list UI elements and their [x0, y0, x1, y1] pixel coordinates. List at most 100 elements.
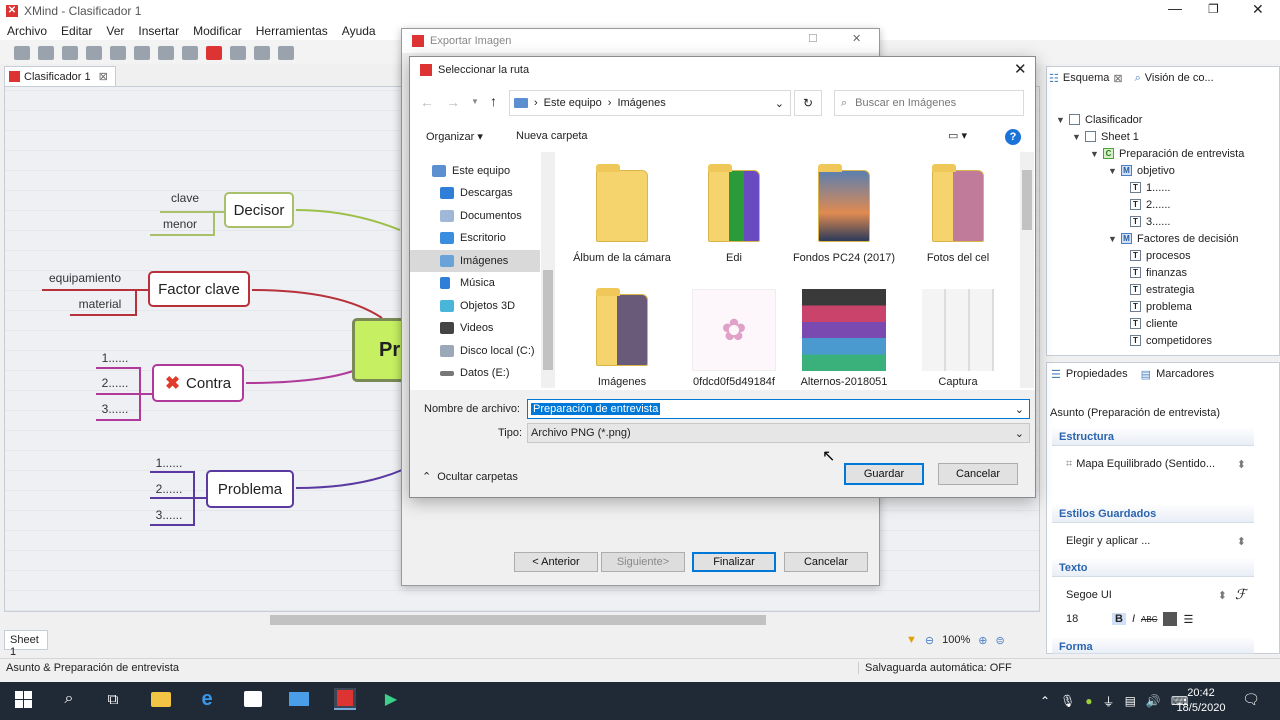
- search-input[interactable]: ⌕ Buscar en Imágenes: [834, 90, 1024, 116]
- files-scrollbar[interactable]: [1020, 152, 1034, 388]
- app-tray-icon[interactable]: ●: [1085, 694, 1092, 708]
- xmind-taskbar-icon[interactable]: [334, 688, 356, 710]
- subtopic-contra-3[interactable]: 3......: [98, 402, 132, 416]
- nav-datos[interactable]: Datos (E:): [440, 362, 510, 384]
- nav-imagenes[interactable]: Imágenes: [410, 250, 540, 272]
- bold-icon[interactable]: B: [1112, 613, 1126, 625]
- close-icon[interactable]: ✕: [852, 32, 861, 45]
- notification-icon[interactable]: 🗨: [1240, 688, 1262, 710]
- collapse-icon[interactable]: ▼: [1090, 149, 1099, 159]
- sheet-tab[interactable]: Sheet 1: [4, 630, 48, 658]
- chevron-down-icon[interactable]: ⌄: [775, 97, 784, 110]
- file-tile[interactable]: Alternos-2018051: [792, 288, 896, 389]
- strikethrough-icon[interactable]: ABC: [1141, 615, 1157, 624]
- color-swatch[interactable]: [1163, 612, 1178, 626]
- filter-icon[interactable]: ▼: [906, 634, 917, 646]
- finish-button[interactable]: Finalizar: [692, 552, 776, 572]
- topic-factor-clave[interactable]: Factor clave: [148, 271, 250, 307]
- save-button[interactable]: Guardar: [844, 463, 924, 485]
- nav-objetos-3d[interactable]: Objetos 3D: [440, 295, 515, 317]
- clock[interactable]: 20:42 18/5/2020: [1174, 686, 1228, 716]
- close-icon[interactable]: ✕: [1252, 1, 1264, 18]
- subtopic-equipamiento[interactable]: equipamiento: [40, 271, 130, 285]
- tree-item[interactable]: Testrategia: [1130, 281, 1194, 298]
- chevron-up-icon[interactable]: ⌃: [1040, 694, 1050, 708]
- filename-input[interactable]: Preparación de entrevista ⌄: [527, 399, 1030, 419]
- outline-tab[interactable]: ☷ Esquema ⊠ ⌕ Visión de co...: [1049, 69, 1214, 87]
- italic-icon[interactable]: I: [1132, 613, 1135, 625]
- collapse-icon[interactable]: ▼: [1056, 115, 1065, 125]
- view-options-icon[interactable]: ▭ ▾: [948, 129, 967, 142]
- organize-button[interactable]: Organizar ▾: [426, 130, 483, 143]
- mail-icon[interactable]: [288, 688, 310, 710]
- nav-escritorio[interactable]: Escritorio: [440, 227, 506, 249]
- nav-documentos[interactable]: Documentos: [440, 205, 522, 227]
- collapse-icon[interactable]: ▼: [1108, 234, 1117, 244]
- store-icon[interactable]: [242, 688, 264, 710]
- align-icon[interactable]: ☰: [1183, 613, 1193, 626]
- tree-item[interactable]: Tfinanzas: [1130, 264, 1187, 281]
- maximize-icon[interactable]: ☐: [808, 32, 818, 45]
- tree-item[interactable]: T 3......: [1130, 213, 1170, 230]
- task-view-icon[interactable]: ⧉: [102, 688, 124, 710]
- tree-item[interactable]: Tproblema: [1130, 298, 1192, 315]
- section-forma[interactable]: Forma: [1052, 638, 1254, 654]
- scrollbar-thumb[interactable]: [1022, 170, 1032, 230]
- section-estructura[interactable]: Estructura: [1052, 428, 1254, 446]
- collapse-icon[interactable]: ▼: [1108, 166, 1117, 176]
- topic-problema[interactable]: Problema: [206, 470, 294, 508]
- nav-videos[interactable]: Videos: [440, 317, 493, 339]
- search-icon[interactable]: ⌕: [58, 688, 80, 710]
- subtopic-contra-2[interactable]: 2......: [98, 376, 132, 390]
- tree-clasificador[interactable]: ▼ Clasificador: [1056, 111, 1142, 128]
- windows-start-icon[interactable]: [12, 688, 34, 710]
- nav-musica[interactable]: Música: [440, 272, 495, 294]
- minimize-icon[interactable]: —: [1168, 0, 1182, 16]
- structure-select[interactable]: ⌗ Mapa Equilibrado (Sentido... ⬍: [1066, 456, 1246, 472]
- subtopic-menor[interactable]: menor: [154, 217, 206, 231]
- cancel-button[interactable]: Cancelar: [938, 463, 1018, 485]
- file-tile[interactable]: Imágenes: [570, 288, 674, 389]
- close-tab-icon[interactable]: ⊠: [1113, 72, 1122, 85]
- subtopic-problema-2[interactable]: 2......: [152, 482, 186, 496]
- nav-este-equipo[interactable]: Este equipo: [432, 160, 510, 182]
- nav-scrollbar[interactable]: [541, 152, 555, 388]
- topic-decisor[interactable]: Decisor: [224, 192, 294, 228]
- zoom-out-icon[interactable]: ⊖: [925, 634, 934, 647]
- close-icon[interactable]: ✕: [1014, 60, 1027, 78]
- forward-arrow-icon[interactable]: →: [446, 94, 460, 110]
- file-tile[interactable]: Edi: [682, 164, 786, 265]
- font-icon[interactable]: ℱ: [1235, 587, 1246, 604]
- tree-item[interactable]: Tcliente: [1130, 315, 1178, 332]
- back-arrow-icon[interactable]: ←: [420, 94, 434, 110]
- horizontal-scrollbar[interactable]: [4, 612, 1040, 628]
- tree-item[interactable]: Tcompetidores: [1130, 332, 1212, 349]
- file-tile[interactable]: ✿ 0fdcd0f5d49184f: [682, 288, 786, 389]
- styles-select[interactable]: Elegir y aplicar ... ⬍: [1066, 533, 1246, 549]
- microphone-icon[interactable]: 🎙: [1060, 694, 1075, 708]
- subtopic-material[interactable]: material: [70, 297, 130, 311]
- back-button[interactable]: < Anterior: [514, 552, 598, 572]
- network-icon[interactable]: ▤: [1125, 694, 1136, 708]
- nav-descargas[interactable]: Descargas: [440, 182, 513, 204]
- refresh-button[interactable]: ↻: [794, 90, 822, 116]
- export-cancel-button[interactable]: Cancelar: [784, 552, 868, 572]
- chevron-down-icon[interactable]: ⌄: [1015, 403, 1024, 416]
- topic-contra[interactable]: ✖ Contra: [152, 364, 244, 402]
- new-folder-button[interactable]: Nueva carpeta: [516, 130, 588, 142]
- tree-item[interactable]: T 2......: [1130, 196, 1170, 213]
- tree-objetivo[interactable]: ▼ Mobjetivo: [1108, 162, 1175, 179]
- collapse-icon[interactable]: ▼: [1072, 132, 1081, 142]
- tree-central[interactable]: ▼ C Preparación de entrevista: [1090, 145, 1244, 162]
- up-arrow-icon[interactable]: ↑: [490, 93, 497, 109]
- tree-item[interactable]: Tprocesos: [1130, 247, 1191, 264]
- address-bar[interactable]: › Este equipo › Imágenes ⌄: [509, 90, 791, 116]
- section-texto[interactable]: Texto: [1052, 559, 1254, 577]
- zoom-in-icon[interactable]: ⊕: [978, 634, 987, 647]
- zoom-fit-icon[interactable]: ⊜: [995, 634, 1004, 647]
- nav-disco-local[interactable]: Disco local (C:): [440, 340, 535, 362]
- font-size-input[interactable]: 18: [1066, 613, 1106, 625]
- type-select[interactable]: Archivo PNG (*.png) ⌄: [527, 423, 1030, 443]
- file-tile[interactable]: Captura: [906, 288, 1010, 389]
- tree-factores[interactable]: ▼ M Factores de decisión: [1108, 230, 1238, 247]
